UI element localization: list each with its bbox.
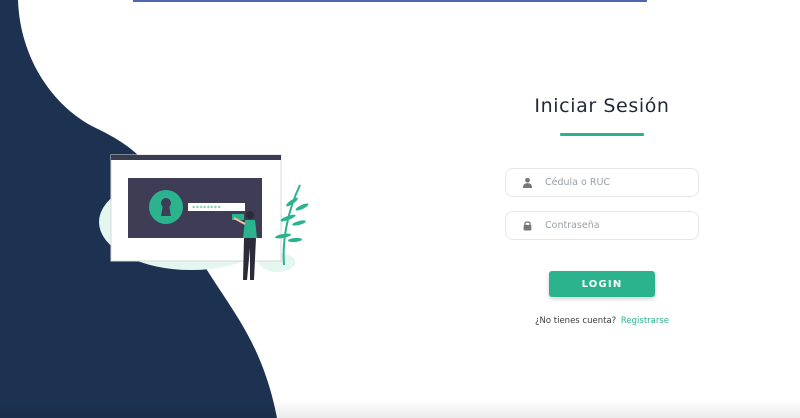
login-illustration: ******** [99,154,309,280]
register-line: ¿No tienes cuenta? Registrarse [505,316,699,326]
page-title: Iniciar Sesión [534,95,670,117]
id-input[interactable] [545,177,685,188]
bottom-shadow [0,400,800,418]
svg-text:********: ******** [192,205,221,212]
password-field[interactable] [505,211,699,240]
password-input[interactable] [545,220,685,231]
id-field[interactable] [505,168,699,197]
lock-icon [522,219,535,232]
login-form: Iniciar Sesión LOGIN ¿No tienes cuenta? … [505,88,699,326]
register-link[interactable]: Registrarse [621,316,669,326]
register-prompt: ¿No tienes cuenta? [534,316,617,326]
user-icon [522,176,535,189]
login-button[interactable]: LOGIN [549,271,655,297]
title-underline [560,133,644,136]
